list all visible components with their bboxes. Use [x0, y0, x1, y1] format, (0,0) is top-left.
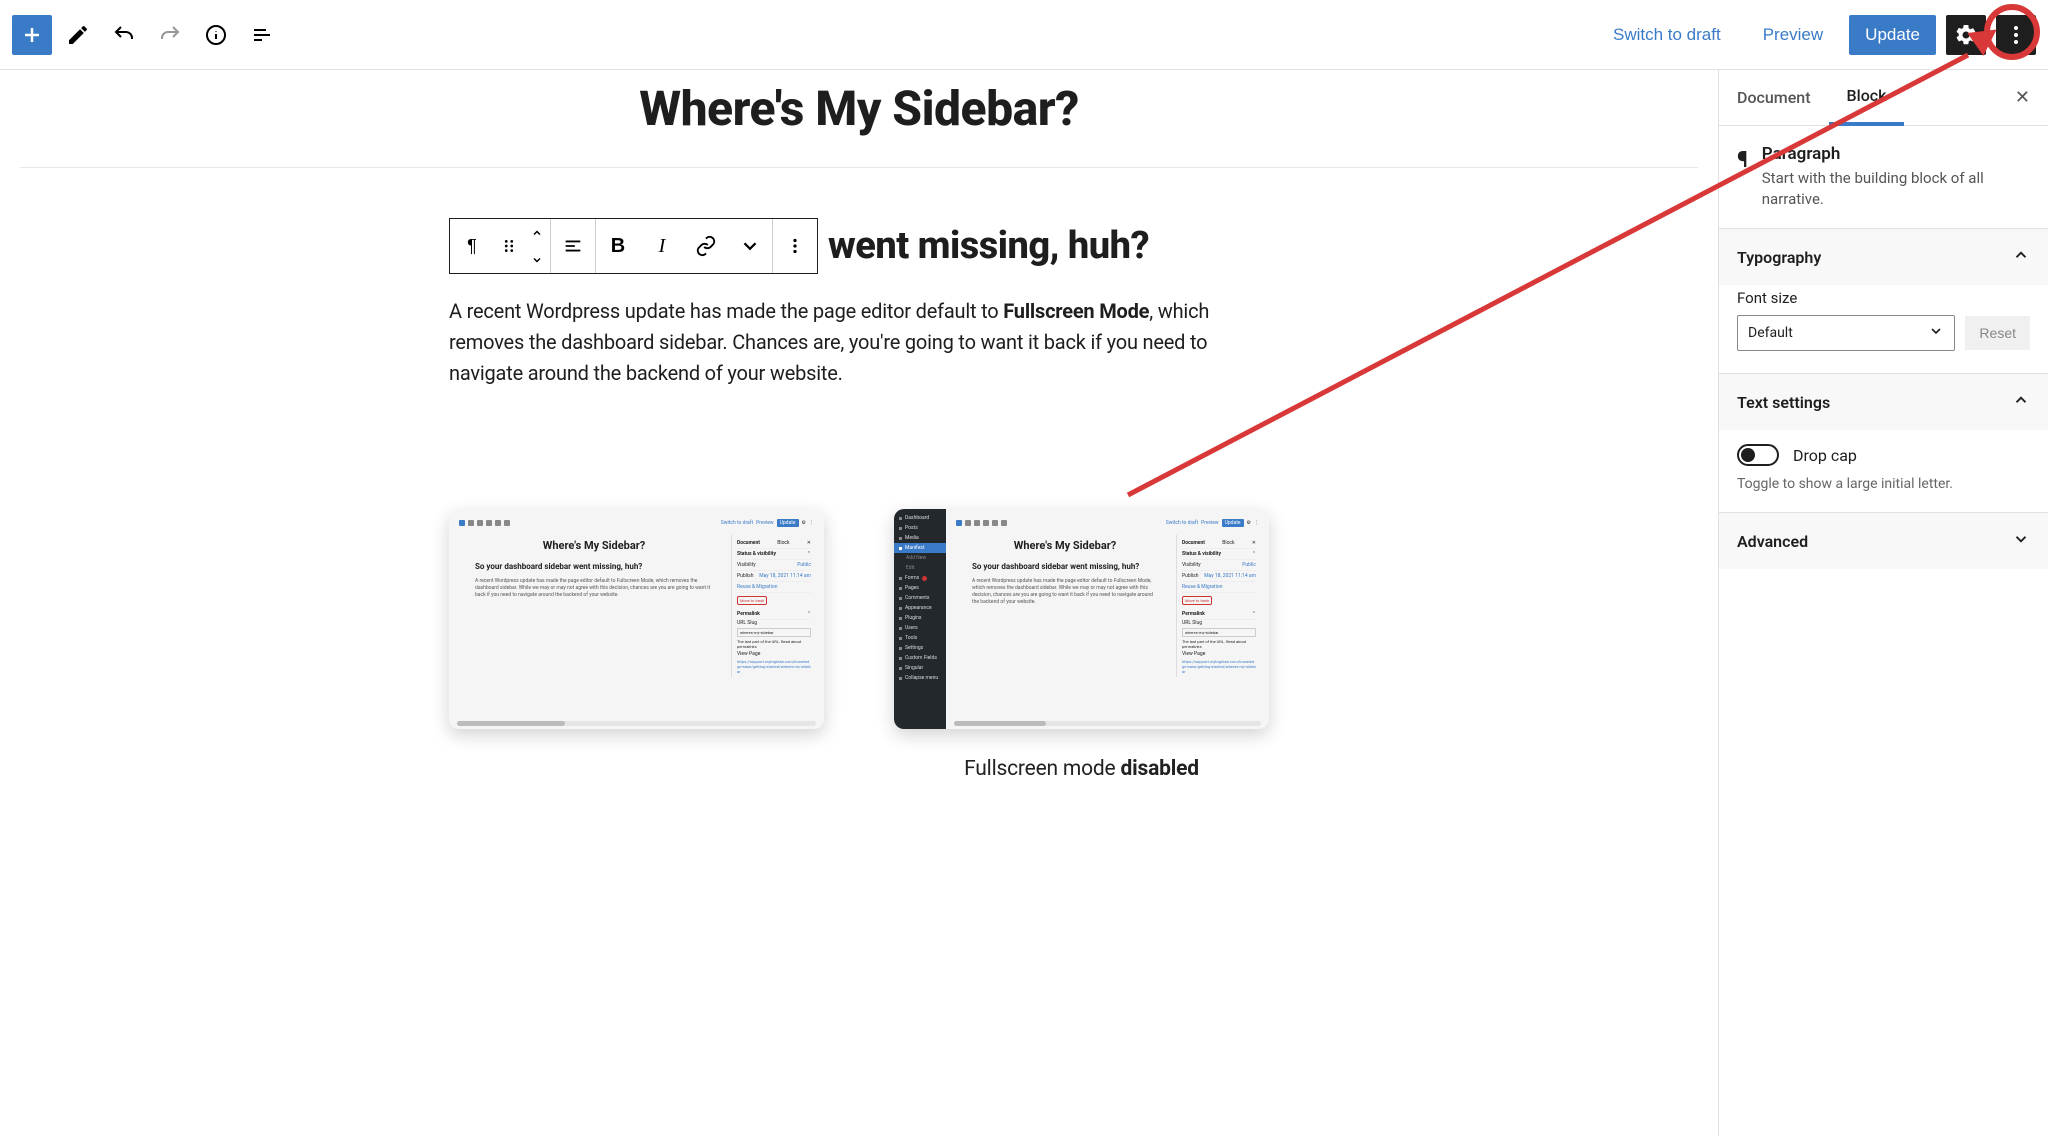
switch-to-draft-button[interactable]: Switch to draft [1597, 15, 1737, 55]
tab-document[interactable]: Document [1719, 71, 1829, 124]
block-toolbar: ¶ [449, 218, 818, 274]
chevron-down-icon [1928, 323, 1944, 343]
advanced-panel-toggle[interactable]: Advanced [1719, 513, 2048, 569]
close-sidebar-button[interactable]: ✕ [1997, 75, 2048, 120]
para-text-pre: A recent Wordpress update has made the p… [449, 299, 1003, 323]
top-right-actions: Switch to draft Preview Update [1597, 15, 2036, 55]
thumb-body: A recent Wordpress update has made the p… [972, 578, 1158, 606]
thumb-body: A recent Wordpress update has made the p… [475, 578, 713, 599]
typography-panel: Typography Font size Default Reset [1719, 228, 2048, 373]
main-area: Where's My Sidebar? ¶ [0, 70, 2048, 1136]
advanced-panel: Advanced [1719, 512, 2048, 569]
text-settings-panel: Text settings Drop cap Toggle to show a … [1719, 373, 2048, 512]
move-up-button[interactable] [524, 219, 550, 246]
drop-cap-toggle[interactable] [1737, 444, 1779, 466]
thumb-subtitle: So your dashboard sidebar went missing, … [475, 562, 713, 572]
chevron-down-icon [2012, 530, 2030, 552]
bold-button[interactable]: B [596, 219, 640, 273]
content-body: ¶ [449, 168, 1269, 831]
align-button[interactable] [551, 219, 595, 273]
thumb-subtitle: So your dashboard sidebar went missing, … [972, 562, 1158, 572]
thumbnail-fullscreen-disabled[interactable]: Dashboard Posts Media Manifest Add New E… [894, 509, 1269, 729]
sidebar-tabs: Document Block ✕ [1719, 70, 2048, 126]
paragraph-icon: ¶ [1737, 144, 1748, 210]
add-block-button[interactable] [12, 15, 52, 55]
more-options-button[interactable] [1996, 15, 2036, 55]
tab-block[interactable]: Block [1829, 70, 1905, 126]
para-text-bold: Fullscreen Mode [1003, 299, 1149, 323]
column-right: Dashboard Posts Media Manifest Add New E… [894, 509, 1269, 781]
preview-button[interactable]: Preview [1747, 15, 1839, 55]
block-type-name: Paragraph [1762, 144, 2030, 164]
thumb-title: Where's My Sidebar? [972, 539, 1158, 552]
update-button[interactable]: Update [1849, 15, 1936, 55]
page-title[interactable]: Where's My Sidebar? [20, 80, 1698, 137]
drag-handle-icon[interactable] [494, 219, 524, 273]
drop-cap-hint: Toggle to show a large initial letter. [1719, 468, 2048, 512]
column-left: Switch to draftPreviewUpdate⚙⋮ Where's M… [449, 509, 824, 781]
heading-visible-text[interactable]: went missing, huh? [828, 224, 1149, 268]
settings-gear-button[interactable] [1946, 15, 1986, 55]
text-settings-toggle[interactable]: Text settings [1719, 374, 2048, 430]
block-more-options-button[interactable] [773, 219, 817, 273]
editor-top-bar: Switch to draft Preview Update [0, 0, 2048, 70]
editor-canvas[interactable]: Where's My Sidebar? ¶ [0, 70, 1718, 1136]
page-title-wrap: Where's My Sidebar? [20, 70, 1698, 168]
move-down-button[interactable] [524, 246, 550, 273]
italic-button[interactable]: I [640, 219, 684, 273]
settings-sidebar: Document Block ✕ ¶ Paragraph Start with … [1718, 70, 2048, 1136]
thumbnail-fullscreen-enabled[interactable]: Switch to draftPreviewUpdate⚙⋮ Where's M… [449, 509, 824, 729]
undo-button[interactable] [104, 15, 144, 55]
thumb-title: Where's My Sidebar? [475, 539, 713, 552]
typography-panel-toggle[interactable]: Typography [1719, 229, 2048, 285]
drop-cap-label: Drop cap [1793, 446, 1857, 465]
thumb-wp-nav: Dashboard Posts Media Manifest Add New E… [894, 509, 946, 729]
paragraph-block[interactable]: A recent Wordpress update has made the p… [449, 296, 1269, 389]
image-columns: Switch to draftPreviewUpdate⚙⋮ Where's M… [449, 509, 1269, 781]
top-left-tools [12, 15, 282, 55]
caption-right: Fullscreen mode disabled [894, 757, 1269, 781]
edit-tool-button[interactable] [58, 15, 98, 55]
redo-button[interactable] [150, 15, 190, 55]
reset-button[interactable]: Reset [1965, 316, 2030, 350]
link-button[interactable] [684, 219, 728, 273]
outline-button[interactable] [242, 15, 282, 55]
chevron-up-icon [2012, 246, 2030, 268]
chevron-up-icon [2012, 391, 2030, 413]
font-size-select[interactable]: Default [1737, 315, 1955, 351]
paragraph-type-icon[interactable]: ¶ [450, 219, 494, 273]
more-formatting-button[interactable] [728, 219, 772, 273]
block-type-desc: Start with the building block of all nar… [1762, 168, 2030, 210]
heading-with-toolbar: ¶ [449, 218, 1269, 274]
font-size-label: Font size [1737, 289, 2030, 307]
info-button[interactable] [196, 15, 236, 55]
block-info: ¶ Paragraph Start with the building bloc… [1719, 126, 2048, 228]
